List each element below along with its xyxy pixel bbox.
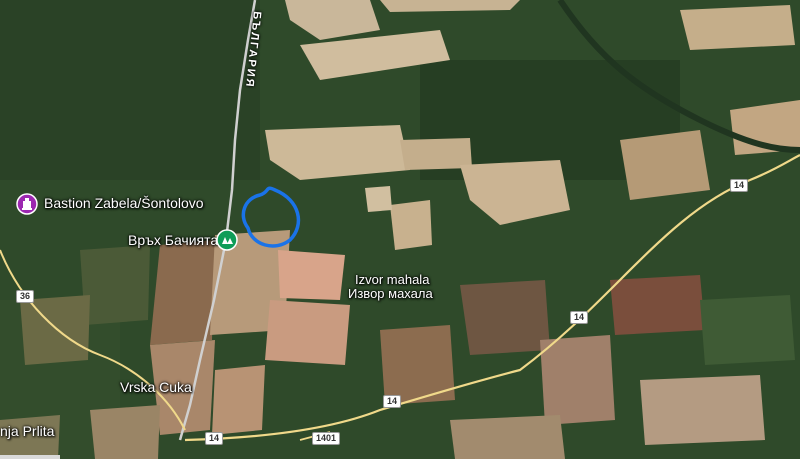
road-shield-14-northeast: 14 <box>730 179 749 192</box>
monument-pin-icon[interactable] <box>16 193 38 215</box>
peak-label[interactable]: Връх Бачията <box>128 233 218 248</box>
park-pin-icon[interactable] <box>216 229 238 251</box>
map-view[interactable]: БЪЛГАРИЯ Bastion Zabela/Šontolovo Връх Б… <box>0 0 800 459</box>
village-label-latin[interactable]: Izvor mahala <box>355 272 429 287</box>
road-shield-36: 36 <box>16 290 35 303</box>
road-shield-14-west: 14 <box>205 432 224 445</box>
partial-town-label[interactable]: nja Prlita <box>0 424 54 439</box>
village-label-cyrillic[interactable]: Извор махала <box>348 286 433 301</box>
road-shield-14-east: 14 <box>570 311 589 324</box>
road-shield-14-center: 14 <box>383 395 402 408</box>
road-shield-1401: 1401 <box>312 432 341 445</box>
town-label[interactable]: Vrska Cuka <box>120 380 192 395</box>
bastion-label[interactable]: Bastion Zabela/Šontolovo <box>44 196 204 211</box>
map-corner-tile <box>0 455 60 459</box>
